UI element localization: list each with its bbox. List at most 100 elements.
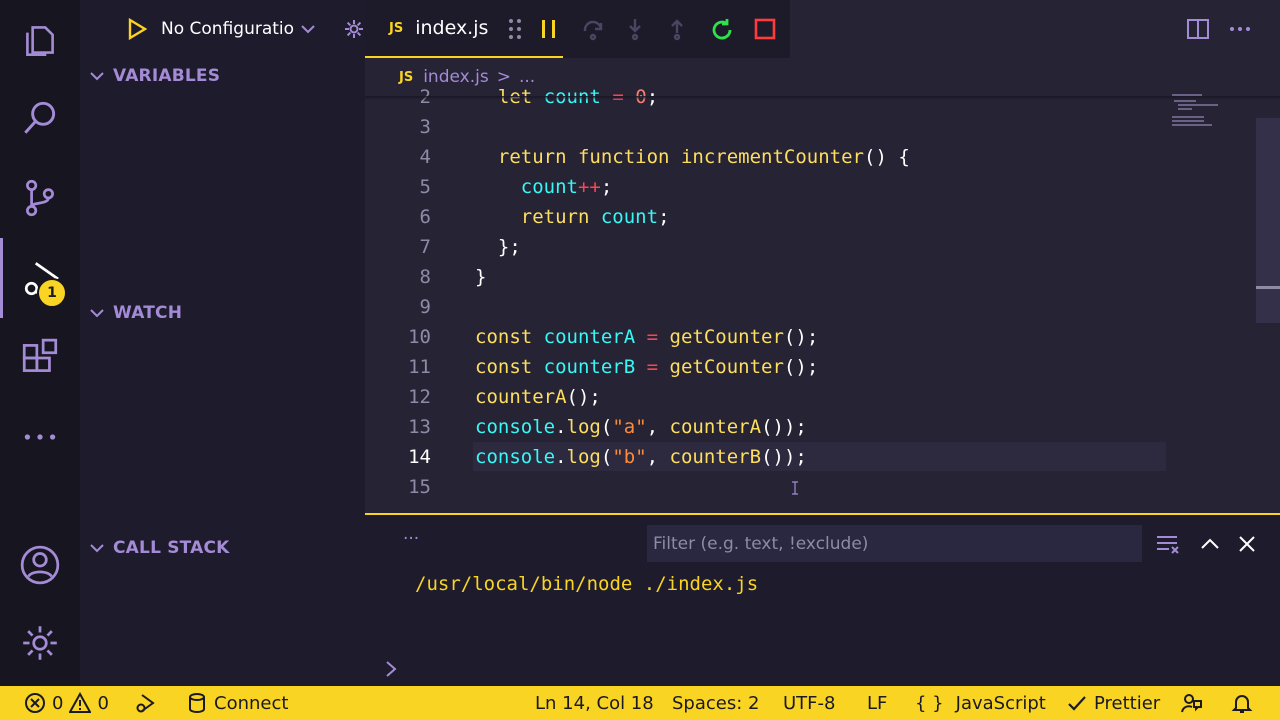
console-filter-input[interactable]: Filter (e.g. text, !exclude) <box>647 525 1142 562</box>
split-editor-icon[interactable] <box>1186 17 1210 41</box>
chevron-down-icon <box>80 304 113 322</box>
debug-badge: 1 <box>37 278 67 308</box>
check-icon <box>1068 696 1086 711</box>
explorer-icon[interactable] <box>0 0 80 80</box>
line-number[interactable]: 12 <box>365 386 431 408</box>
code-line[interactable]: 10 const counterA = getCounter(); <box>365 322 1165 352</box>
text-cursor-icon <box>792 481 798 495</box>
problems-status[interactable]: 0 0 <box>24 686 109 720</box>
more-actions-icon[interactable] <box>1228 17 1252 41</box>
start-debugging-icon[interactable] <box>126 18 148 40</box>
chevron-down-icon[interactable] <box>299 20 317 38</box>
call-stack-label: CALL STACK <box>113 538 230 558</box>
console-prompt-chevron-icon[interactable] <box>383 659 399 679</box>
search-icon[interactable] <box>0 78 80 158</box>
line-number[interactable]: 15 <box>365 476 431 498</box>
debug-config-bar: No Configuration: <box>80 0 365 58</box>
code-line[interactable]: 12 counterA(); <box>365 382 1165 412</box>
js-file-icon: JS <box>389 20 404 36</box>
line-number[interactable]: 10 <box>365 326 431 348</box>
step-into-icon[interactable] <box>623 17 647 41</box>
error-icon <box>25 693 45 713</box>
warning-icon <box>69 692 92 713</box>
prettier-status[interactable]: Prettier <box>1066 686 1160 720</box>
code-text: counterA(); <box>475 386 601 408</box>
braces-icon: { } <box>915 692 944 714</box>
line-number[interactable]: 13 <box>365 416 431 438</box>
restart-icon[interactable] <box>709 17 735 43</box>
vertical-scrollbar[interactable] <box>1256 118 1280 323</box>
debug-console-panel: ··· Filter (e.g. text, !exclude) /usr/lo… <box>365 513 1280 686</box>
line-number[interactable]: 11 <box>365 356 431 378</box>
line-number[interactable]: 14 <box>365 446 431 468</box>
variables-label: VARIABLES <box>113 66 221 86</box>
chevron-down-icon <box>80 539 113 557</box>
step-out-icon[interactable] <box>665 17 689 41</box>
database-icon <box>189 693 205 714</box>
extensions-icon[interactable] <box>0 318 80 398</box>
source-control-icon[interactable] <box>0 158 80 238</box>
activity-bar: 1 <box>0 0 80 686</box>
code-line[interactable]: 3 <box>365 112 1165 142</box>
code-text: } <box>475 266 487 288</box>
code-line[interactable]: 9 <box>365 292 1165 322</box>
encoding-status[interactable]: UTF-8 <box>783 686 835 720</box>
watch-label: WATCH <box>113 303 183 323</box>
line-number[interactable]: 4 <box>365 146 431 168</box>
code-text: return function incrementCounter() { <box>497 146 910 168</box>
clear-console-icon[interactable] <box>1155 533 1181 555</box>
code-line[interactable]: 14 console.log("b", counterB()); <box>365 442 1165 472</box>
debug-sidebar <box>80 0 365 686</box>
code-line[interactable]: 11 const counterB = getCounter(); <box>365 352 1165 382</box>
prettier-label: Prettier <box>1094 692 1161 714</box>
close-panel-icon[interactable] <box>1236 533 1258 555</box>
code-line[interactable]: 4 return function incrementCounter() { <box>365 142 1165 172</box>
stop-icon[interactable] <box>753 17 777 41</box>
debug-settings-gear-icon[interactable] <box>343 18 365 40</box>
run-debug-icon[interactable] <box>0 238 80 318</box>
pause-icon[interactable] <box>537 17 561 41</box>
connect-status[interactable]: Connect <box>186 686 288 720</box>
step-over-icon[interactable] <box>581 17 605 41</box>
cursor-position[interactable]: Ln 14, Col 18 <box>535 686 654 720</box>
scrollbar-cursor-marker <box>1256 286 1280 289</box>
code-text: console.log("b", counterB()); <box>475 446 807 468</box>
connect-label: Connect <box>214 692 289 714</box>
error-count: 0 <box>52 692 64 714</box>
code-line[interactable]: 7 }; <box>365 232 1165 262</box>
eol-status[interactable]: LF <box>867 686 887 720</box>
accounts-icon[interactable] <box>0 525 80 605</box>
code-editor[interactable]: JS index.js > ... 2 let count = 0;34 ret… <box>365 58 1280 513</box>
call-stack-section-header[interactable]: CALL STACK <box>80 531 365 565</box>
code-text: return count; <box>520 206 670 228</box>
variables-section-header[interactable]: VARIABLES <box>80 59 365 93</box>
line-number[interactable]: 5 <box>365 176 431 198</box>
debug-status-icon[interactable] <box>134 686 156 720</box>
notifications-bell-icon[interactable] <box>1231 686 1253 720</box>
code-line[interactable]: 6 return count; <box>365 202 1165 232</box>
code-line[interactable]: 8} <box>365 262 1165 292</box>
line-number[interactable]: 8 <box>365 266 431 288</box>
configuration-select[interactable]: No Configuration: <box>161 19 295 39</box>
tab-index-js[interactable]: JS index.js <box>365 0 563 58</box>
code-line[interactable]: 13 console.log("a", counterA()); <box>365 412 1165 442</box>
line-number[interactable]: 7 <box>365 236 431 258</box>
language-label: JavaScript <box>955 692 1046 714</box>
feedback-icon[interactable] <box>1181 686 1203 720</box>
line-number[interactable]: 3 <box>365 116 431 138</box>
panel-more-button[interactable]: ··· <box>403 529 419 549</box>
code-text: }; <box>497 236 521 258</box>
maximize-panel-icon[interactable] <box>1199 533 1221 555</box>
status-bar: 0 0 Connect Ln 14, Col 18 Spaces: 2 UTF-… <box>0 686 1280 720</box>
more-icon[interactable] <box>0 397 80 477</box>
indentation-status[interactable]: Spaces: 2 <box>672 686 759 720</box>
drag-handle-icon[interactable] <box>507 17 523 41</box>
settings-gear-icon[interactable] <box>0 603 80 683</box>
language-mode[interactable]: { } JavaScript <box>915 686 1046 720</box>
line-number[interactable]: 6 <box>365 206 431 228</box>
line-number[interactable]: 9 <box>365 296 431 318</box>
code-text: console.log("a", counterA()); <box>475 416 807 438</box>
code-line[interactable]: 15 <box>365 472 1165 502</box>
code-line[interactable]: 5 count++; <box>365 172 1165 202</box>
watch-section-header[interactable]: WATCH <box>80 296 365 330</box>
